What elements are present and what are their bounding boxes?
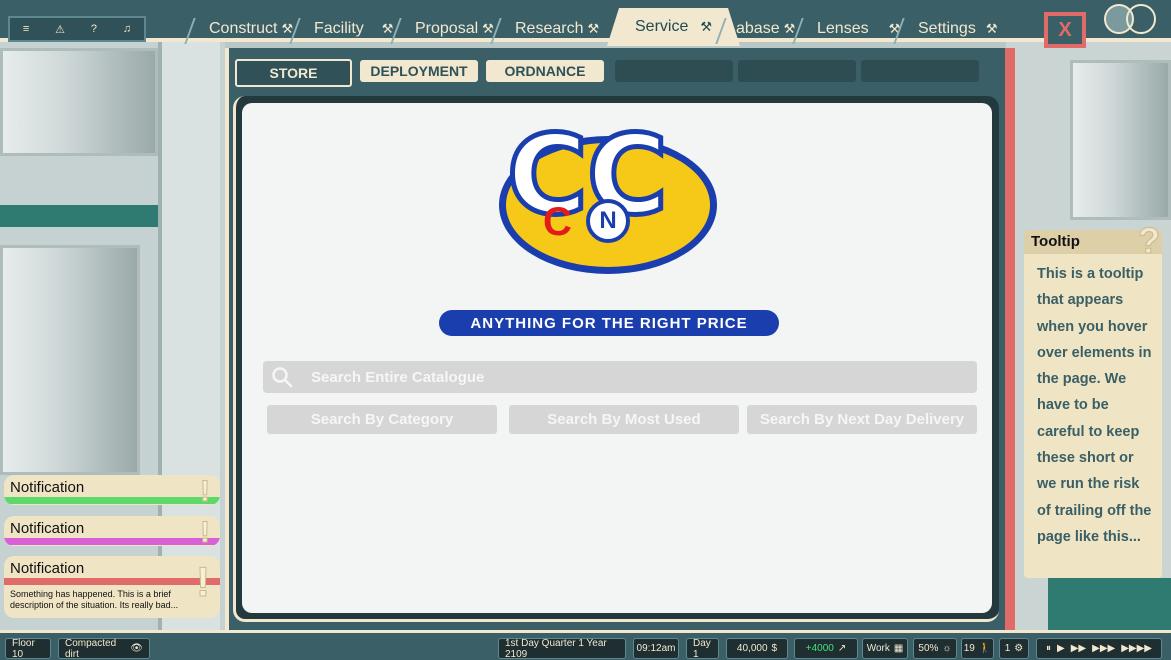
notification-title: Notification xyxy=(10,479,85,496)
hammer-wrench-icon: ⚒ xyxy=(985,21,998,36)
bottom-bar: Floor 10 Compacted dirt 👁 1st Day Quarter… xyxy=(0,630,1171,660)
logo-small-c: C xyxy=(543,200,572,244)
tooltip-body: This is a tooltip that appears when you … xyxy=(1037,266,1152,545)
search-by-category-button[interactable]: Search By Category xyxy=(267,405,497,434)
tooltip-title: Tooltip xyxy=(1031,233,1080,250)
fast-forward-icon[interactable]: ▶▶ xyxy=(1071,643,1086,654)
tab-lenses[interactable]: Lenses ⚒ xyxy=(805,14,900,44)
store-logo: C C C N xyxy=(499,118,717,274)
globe-icon[interactable] xyxy=(1126,4,1156,34)
notification-color-bar xyxy=(4,538,220,545)
logo-letter-n: N xyxy=(586,199,630,243)
tab-facility[interactable]: Facility ⚒ xyxy=(302,14,393,44)
notification[interactable]: Notification ! xyxy=(4,516,220,546)
tab-research[interactable]: Research ⚒ xyxy=(503,14,599,44)
menu-icon[interactable]: ≡ xyxy=(23,23,29,35)
hammer-wrench-icon: ⚒ xyxy=(783,21,796,36)
notification-color-bar xyxy=(4,578,220,585)
quick-actions: ≡ ⚠ ? ♫ xyxy=(8,16,146,42)
tab-settings[interactable]: Settings ⚒ xyxy=(906,14,997,44)
exclamation-icon: ! xyxy=(200,475,211,505)
alerts-indicator[interactable]: 1 ⚙ xyxy=(999,638,1029,659)
tab-service[interactable]: Service ⚒ xyxy=(607,8,740,46)
faster-forward-icon[interactable]: ▶▶▶ xyxy=(1092,643,1115,654)
money-display: 40,000 $ xyxy=(726,638,788,659)
floor-indicator[interactable]: Floor 10 xyxy=(5,638,51,660)
subtab-empty xyxy=(861,60,979,82)
hammer-wrench-icon: ⚒ xyxy=(482,21,494,36)
person-icon: 🚶 xyxy=(978,643,992,654)
building-awning xyxy=(1048,578,1171,630)
mode-indicator[interactable]: Work ▦ xyxy=(862,638,908,659)
close-button[interactable]: X xyxy=(1044,12,1086,48)
subtab-empty xyxy=(738,60,856,82)
store-slogan: ANYTHING FOR THE RIGHT PRICE xyxy=(439,310,779,336)
building-awning xyxy=(0,205,158,227)
play-icon[interactable]: ▶ xyxy=(1057,643,1065,654)
subtab-ordnance[interactable]: ORDNANCE xyxy=(486,60,604,82)
notification[interactable]: Notification Something has happened. Thi… xyxy=(4,556,220,618)
calendar-icon: ▦ xyxy=(893,643,904,654)
search-by-next-day-delivery-button[interactable]: Search By Next Day Delivery xyxy=(747,405,977,434)
notification-description: Something has happened. This is a brief … xyxy=(10,589,179,610)
building-window xyxy=(0,48,158,156)
percent-indicator[interactable]: 50% ☼ xyxy=(913,638,957,659)
subtab-store[interactable]: STORE xyxy=(235,59,352,87)
search-placeholder: Search Entire Catalogue xyxy=(311,368,485,386)
date-display: 1st Day Quarter 1 Year 2109 xyxy=(498,638,626,660)
panel-border xyxy=(1005,48,1015,630)
hammer-wrench-icon: ⚒ xyxy=(381,21,394,36)
trend-up-icon: ↗ xyxy=(837,643,847,654)
speed-controls: ⏸ ▶ ▶▶ ▶▶▶ ▶▶▶▶ xyxy=(1036,638,1162,659)
search-by-most-used-button[interactable]: Search By Most Used xyxy=(509,405,739,434)
income-display: +4000 ↗ xyxy=(794,638,858,659)
bell-icon[interactable]: ♫ xyxy=(123,23,131,35)
notification-title: Notification xyxy=(10,520,85,537)
notification-title: Notification xyxy=(10,560,85,577)
question-icon: ? xyxy=(1138,220,1161,262)
exclamation-icon: ! xyxy=(200,516,211,546)
tab-construct[interactable]: Construct ⚒ xyxy=(197,14,293,44)
catalogue-search-input[interactable]: Search Entire Catalogue xyxy=(263,361,977,393)
help-icon[interactable]: ? xyxy=(91,23,97,35)
subtab-deployment[interactable]: DEPLOYMENT xyxy=(360,60,478,82)
day-display: Day 1 xyxy=(686,638,719,660)
hammer-wrench-icon: ⚒ xyxy=(700,19,713,34)
sun-icon: ☼ xyxy=(942,643,952,654)
hammer-wrench-icon: ⚒ xyxy=(587,21,600,36)
building-window xyxy=(1070,60,1171,220)
terrain-indicator[interactable]: Compacted dirt 👁 xyxy=(58,638,150,660)
top-bar: ≡ ⚠ ? ♫ Construct ⚒ Facility ⚒ Proposal ⚒ R… xyxy=(0,0,1171,42)
notification-color-bar xyxy=(4,497,220,504)
fastest-forward-icon[interactable]: ▶▶▶▶ xyxy=(1121,643,1152,654)
warning-icon[interactable]: ⚠ xyxy=(55,23,65,36)
dollar-icon: $ xyxy=(771,643,778,654)
gear-icon: ⚙ xyxy=(1014,643,1024,654)
notification[interactable]: Notification ! xyxy=(4,475,220,505)
exclamation-icon: ! xyxy=(196,558,211,606)
staff-indicator[interactable]: 19 🚶 xyxy=(961,638,994,659)
tooltip-header: Tooltip ? xyxy=(1024,220,1162,262)
eye-icon: 👁 xyxy=(130,643,143,654)
search-icon xyxy=(272,367,293,388)
building-window xyxy=(0,245,140,475)
subtab-empty xyxy=(615,60,733,82)
pause-icon[interactable]: ⏸ xyxy=(1046,643,1051,654)
tooltip: Tooltip ? This is a tooltip that appears… xyxy=(1024,220,1162,578)
tab-database[interactable]: abase ⚒ xyxy=(728,14,795,44)
time-display: 09:12am xyxy=(633,638,679,659)
tab-proposal[interactable]: Proposal ⚒ xyxy=(403,14,494,44)
